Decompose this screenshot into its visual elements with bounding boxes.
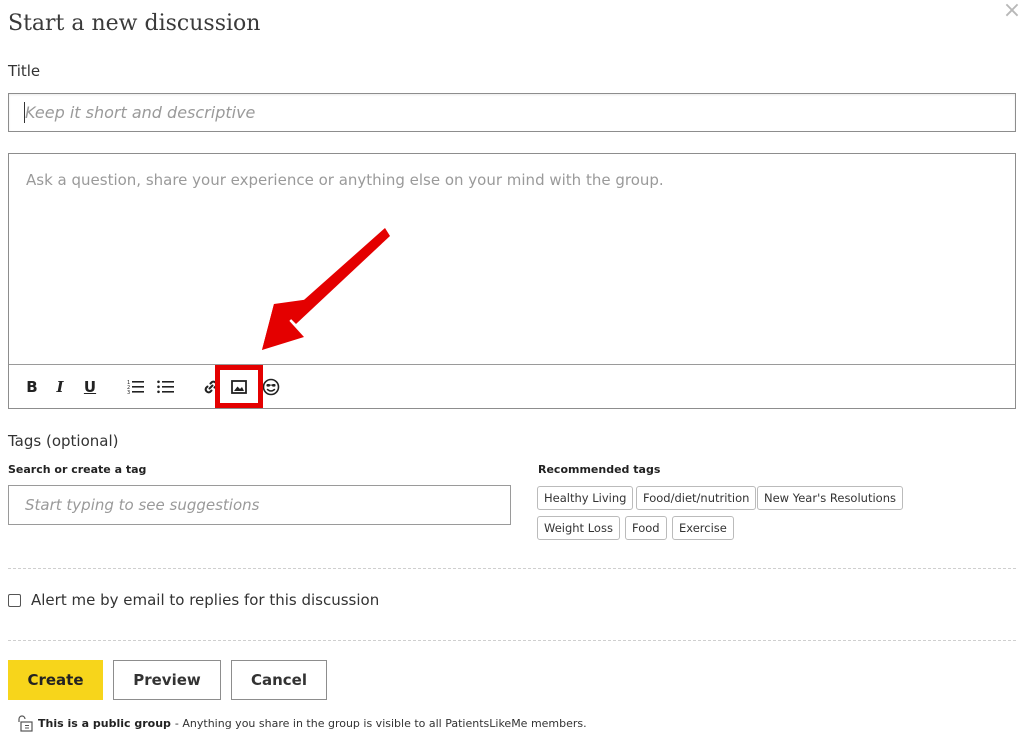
tag-chip[interactable]: Exercise bbox=[672, 516, 734, 540]
tag-chip[interactable]: New Year's Resolutions bbox=[757, 486, 903, 510]
public-group-text: - Anything you share in the group is vis… bbox=[174, 716, 587, 730]
email-alert-label[interactable]: Alert me by email to replies for this di… bbox=[31, 591, 379, 609]
tag-chip[interactable]: Food bbox=[625, 516, 667, 540]
preview-button[interactable]: Preview bbox=[113, 660, 221, 700]
svg-text:3: 3 bbox=[127, 390, 130, 395]
create-button[interactable]: Create bbox=[8, 660, 103, 700]
divider bbox=[8, 568, 1016, 569]
underline-button[interactable]: U bbox=[81, 375, 99, 399]
cancel-button[interactable]: Cancel bbox=[231, 660, 327, 700]
text-caret bbox=[24, 102, 25, 123]
tag-search-label: Search or create a tag bbox=[8, 463, 147, 476]
dialog-title: Start a new discussion bbox=[8, 11, 261, 36]
bullet-list-icon[interactable] bbox=[155, 375, 177, 399]
tag-chip[interactable]: Food/diet/nutrition bbox=[636, 486, 757, 510]
bold-button[interactable]: B bbox=[23, 375, 41, 399]
red-arrow-icon bbox=[262, 228, 390, 350]
tags-label: Tags (optional) bbox=[8, 432, 119, 450]
ordered-list-icon[interactable]: 1 2 3 bbox=[125, 375, 147, 399]
editor-placeholder: Ask a question, share your experience or… bbox=[26, 171, 664, 189]
recommended-tags-label: Recommended tags bbox=[538, 463, 661, 476]
tag-chip[interactable]: Healthy Living bbox=[537, 486, 634, 510]
email-alert-option: Alert me by email to replies for this di… bbox=[8, 590, 379, 610]
close-icon[interactable]: × bbox=[1000, 0, 1024, 24]
title-input[interactable] bbox=[8, 93, 1016, 132]
tag-chip[interactable]: Weight Loss bbox=[537, 516, 620, 540]
divider bbox=[8, 640, 1016, 641]
title-label: Title bbox=[8, 62, 41, 80]
editor-toolbar: B I U 1 2 3 bbox=[9, 364, 1015, 408]
unlock-icon bbox=[18, 715, 33, 732]
public-group-notice: This is a public group - Anything you sh… bbox=[16, 714, 587, 732]
tag-search-input[interactable] bbox=[8, 485, 511, 525]
public-group-title: This is a public group bbox=[38, 716, 171, 730]
body-editor[interactable]: Ask a question, share your experience or… bbox=[8, 153, 1016, 409]
italic-button[interactable]: I bbox=[51, 375, 69, 399]
image-button-highlight bbox=[215, 365, 263, 408]
email-alert-checkbox[interactable] bbox=[8, 593, 21, 607]
